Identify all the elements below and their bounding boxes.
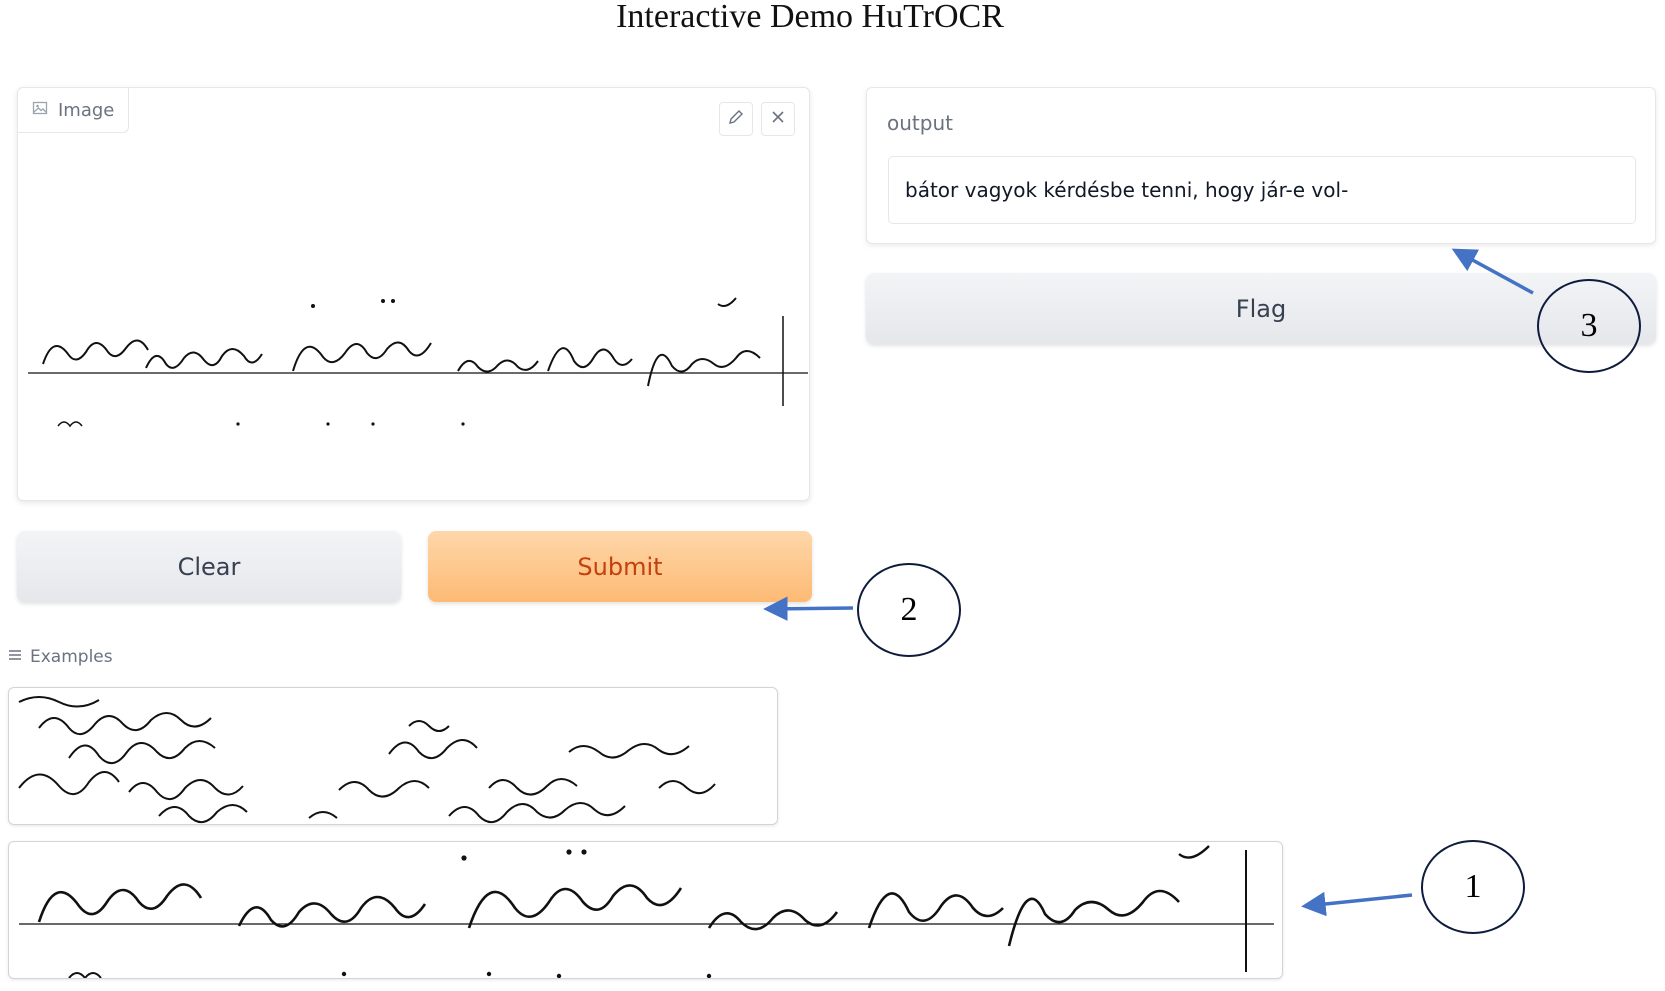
image-icon — [32, 100, 48, 121]
submit-button[interactable]: Submit — [428, 531, 812, 602]
page-title: Interactive Demo HuTrOCR — [616, 0, 1004, 35]
list-icon — [8, 647, 22, 667]
callout-2: 2 — [857, 563, 961, 657]
demo-page: Interactive Demo HuTrOCR Image Clear Sub… — [0, 0, 1665, 991]
output-textbox[interactable]: bátor vagyok kérdésbe tenni, hogy jár-e … — [888, 156, 1636, 224]
remove-image-button[interactable] — [761, 102, 795, 136]
callout-1: 1 — [1421, 840, 1525, 934]
paragraph-handwriting — [18, 696, 716, 823]
edit-button[interactable] — [719, 102, 753, 136]
image-tools — [719, 102, 795, 136]
pencil-icon — [727, 108, 745, 130]
image-input-panel[interactable]: Image — [17, 87, 810, 501]
callout-3: 3 — [1537, 279, 1641, 373]
output-label: output — [887, 111, 953, 135]
image-tab: Image — [18, 88, 130, 133]
handwriting-line-image — [28, 297, 808, 428]
example-line-image[interactable] — [8, 841, 1283, 979]
close-icon — [770, 109, 786, 129]
clear-button[interactable]: Clear — [17, 531, 401, 602]
examples-label: Examples — [30, 647, 113, 667]
arrow-2 — [763, 596, 854, 622]
line-handwriting — [19, 845, 1274, 978]
examples-header: Examples — [8, 647, 113, 667]
output-panel: output bátor vagyok kérdésbe tenni, hogy… — [866, 87, 1656, 244]
arrow-1 — [1301, 891, 1413, 917]
image-tab-label: Image — [58, 99, 115, 121]
example-paragraph-image[interactable] — [8, 687, 778, 825]
